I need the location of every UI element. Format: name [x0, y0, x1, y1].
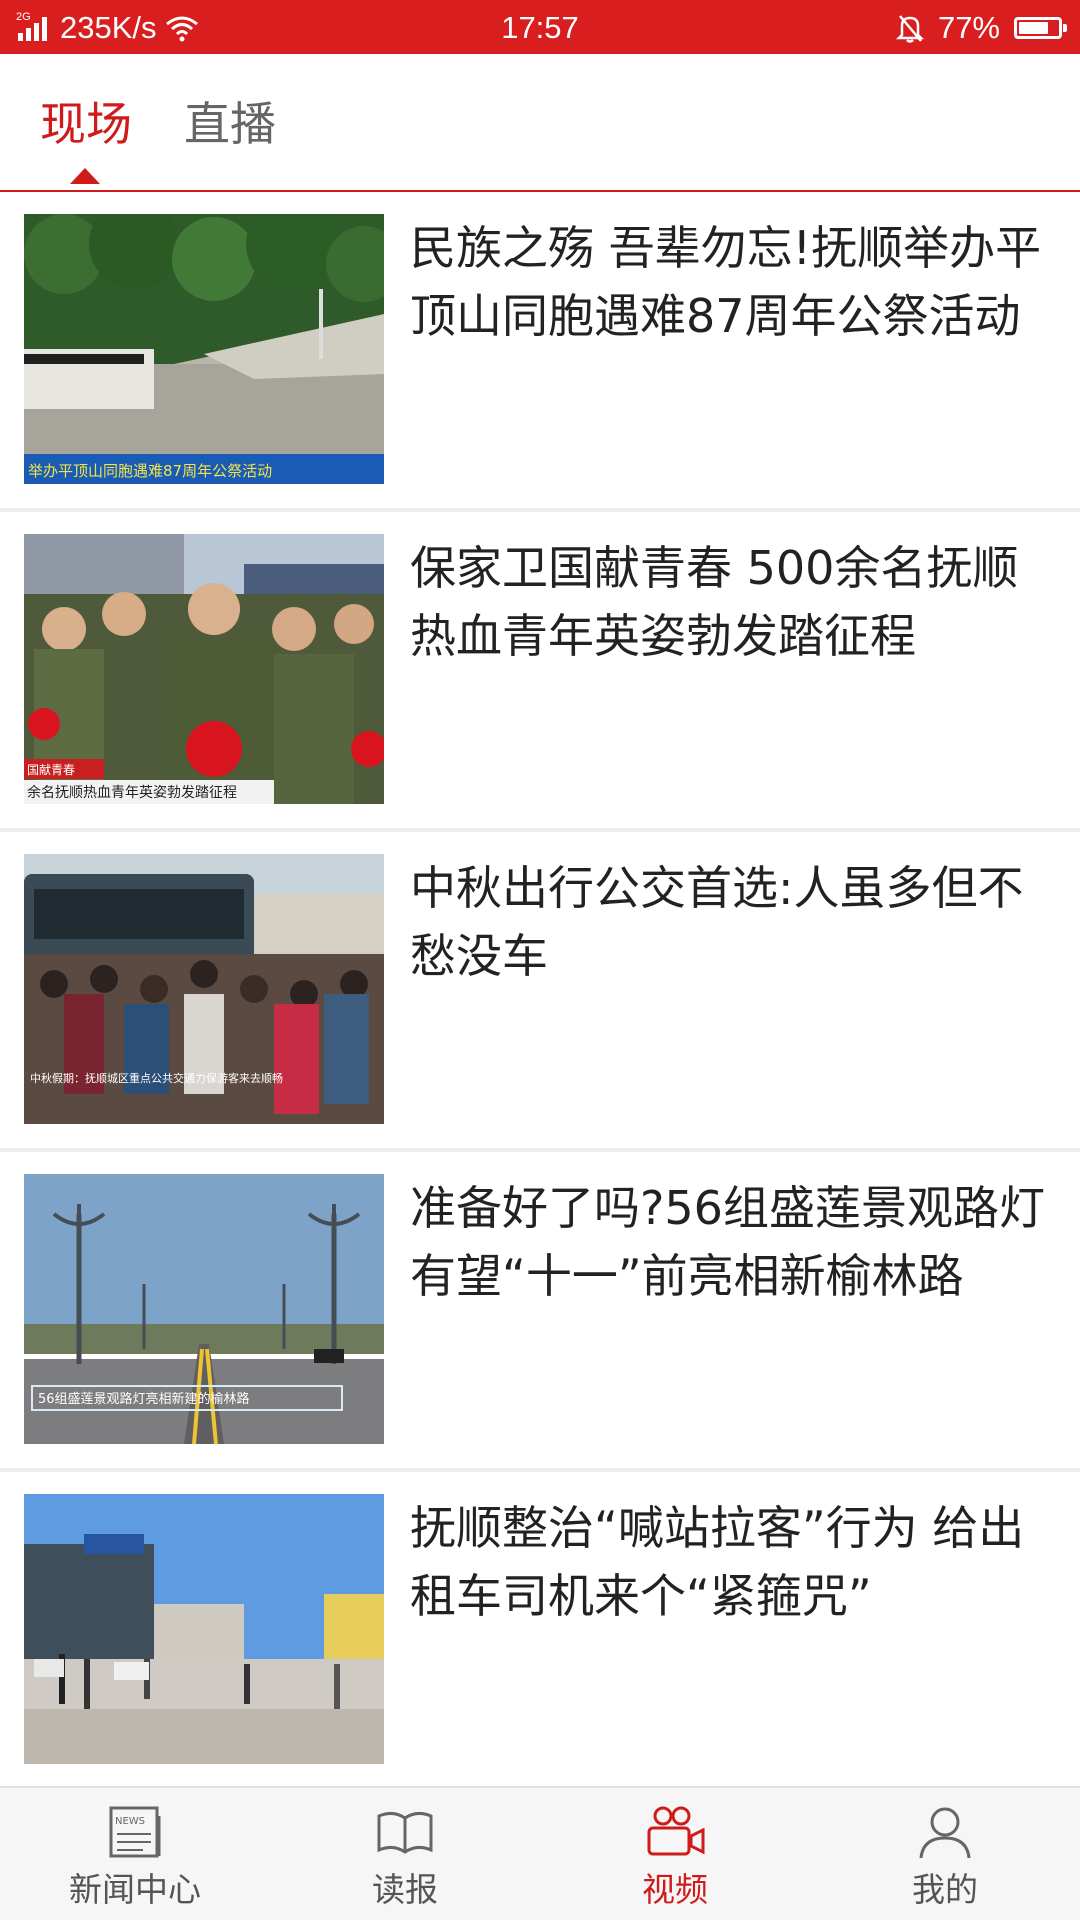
svg-text:余名抚顺热血青年英姿勃发踏征程: 余名抚顺热血青年英姿勃发踏征程	[27, 784, 237, 801]
news-thumbnail: 56组盛莲景观路灯亮相新建的榆林路	[24, 1174, 384, 1444]
news-title: 民族之殇 吾辈勿忘!抚顺举办平顶山同胞遇难87周年公祭活动	[410, 221, 1042, 343]
tab-bar: 现场 直播	[0, 54, 1080, 192]
nav-read-paper[interactable]: 读报	[270, 1788, 540, 1922]
battery-percent: 77%	[937, 10, 1000, 45]
status-right: 77%	[895, 8, 1067, 48]
svg-text:国献青春: 国献青春	[27, 762, 75, 777]
news-thumbnail: 国献青春 余名抚顺热血青年英姿勃发踏征程	[24, 534, 384, 804]
svg-text:中秋假期：抚顺城区重点公共交通力保游客来去顺畅: 中秋假期：抚顺城区重点公共交通力保游客来去顺畅	[30, 1071, 283, 1085]
news-title: 抚顺整治“喊站拉客”行为 给出租车司机来个“紧箍咒”	[410, 1501, 1025, 1623]
news-item[interactable]: 抚顺整治“喊站拉客”行为 给出租车司机来个“紧箍咒”	[0, 1472, 1080, 1792]
bottom-nav: NEWS 新闻中心 读报 视频 我的	[0, 1786, 1080, 1920]
battery-fill	[1019, 22, 1048, 34]
tab-live[interactable]: 现场	[40, 94, 132, 154]
tab-broadcast[interactable]: 直播	[184, 94, 276, 154]
news-item[interactable]: 56组盛莲景观路灯亮相新建的榆林路 准备好了吗?56组盛莲景观路灯有望“十一”前…	[0, 1152, 1080, 1472]
news-thumbnail: 举办平顶山同胞遇难87周年公祭活动	[24, 214, 384, 484]
svg-text:NEWS: NEWS	[115, 1816, 145, 1827]
battery-icon	[1014, 17, 1067, 39]
nav-label: 读报	[372, 1870, 438, 1909]
news-item[interactable]: 国献青春 余名抚顺热血青年英姿勃发踏征程 保家卫国献青春 500余名抚顺热血青年…	[0, 512, 1080, 832]
video-camera-icon	[647, 1806, 705, 1856]
nav-news-center[interactable]: NEWS 新闻中心	[0, 1788, 270, 1922]
news-item[interactable]: 举办平顶山同胞遇难87周年公祭活动 民族之殇 吾辈勿忘!抚顺举办平顶山同胞遇难8…	[0, 192, 1080, 512]
nav-label: 视频	[642, 1870, 708, 1909]
news-icon: NEWS	[109, 1806, 161, 1858]
news-title: 中秋出行公交首选:人虽多但不愁没车	[410, 861, 1024, 983]
user-icon	[919, 1807, 971, 1859]
active-tab-indicator	[70, 168, 100, 184]
bell-off-icon	[895, 15, 924, 43]
svg-text:举办平顶山同胞遇难87周年公祭活动: 举办平顶山同胞遇难87周年公祭活动	[28, 462, 272, 480]
book-icon	[377, 1811, 433, 1854]
svg-text:56组盛莲景观路灯亮相新建的榆林路: 56组盛莲景观路灯亮相新建的榆林路	[38, 1391, 250, 1407]
news-list: 举办平顶山同胞遇难87周年公祭活动 民族之殇 吾辈勿忘!抚顺举办平顶山同胞遇难8…	[0, 192, 1080, 1792]
news-title: 保家卫国献青春 500余名抚顺热血青年英姿勃发踏征程	[410, 541, 1019, 663]
nav-video[interactable]: 视频	[540, 1788, 810, 1922]
nav-profile[interactable]: 我的	[810, 1788, 1080, 1922]
nav-label: 新闻中心	[69, 1870, 201, 1909]
news-thumbnail: 中秋假期：抚顺城区重点公共交通力保游客来去顺畅	[24, 854, 384, 1124]
nav-label: 我的	[912, 1870, 978, 1909]
news-thumbnail	[24, 1494, 384, 1764]
news-item[interactable]: 中秋假期：抚顺城区重点公共交通力保游客来去顺畅 中秋出行公交首选:人虽多但不愁没…	[0, 832, 1080, 1152]
news-title: 准备好了吗?56组盛莲景观路灯有望“十一”前亮相新榆林路	[410, 1181, 1045, 1303]
status-bar: 2G 235K/s 17:57 77%	[0, 0, 1080, 54]
